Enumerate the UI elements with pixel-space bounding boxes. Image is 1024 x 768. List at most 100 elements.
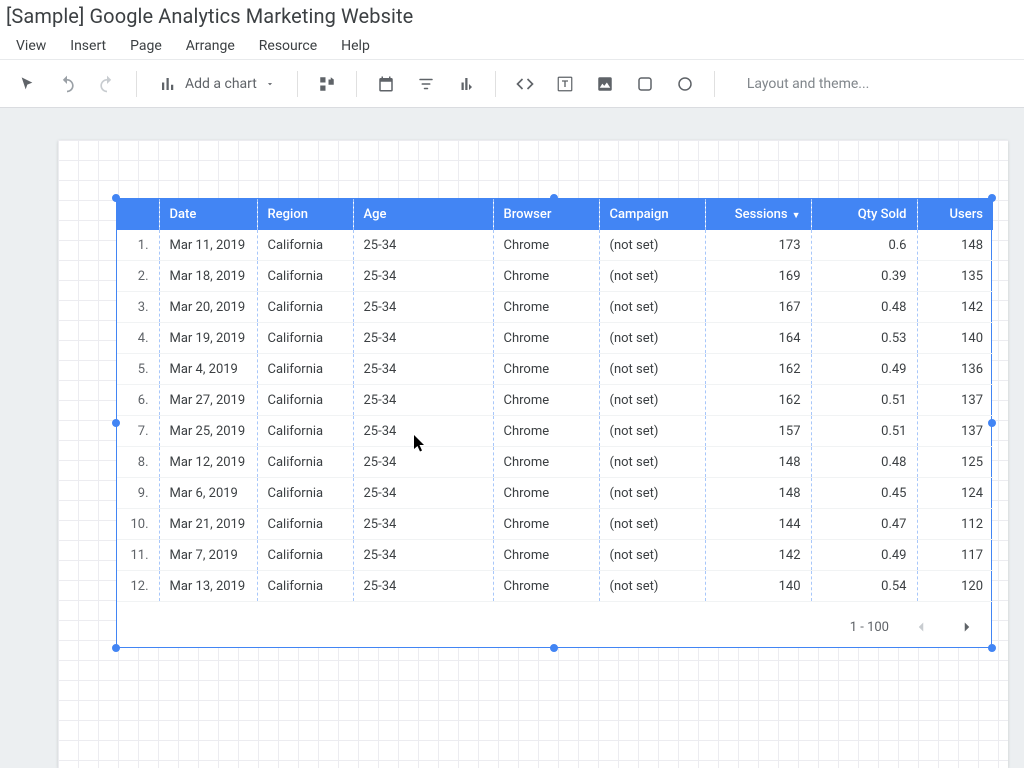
cell-browser: Chrome: [493, 509, 599, 540]
cell-campaign: (not set): [599, 447, 705, 478]
table-row[interactable]: 11.Mar 7, 2019California25-34Chrome(not …: [117, 540, 993, 571]
cell-qty: 0.48: [811, 447, 917, 478]
menu-insert[interactable]: Insert: [60, 34, 116, 58]
cell-qty: 0.54: [811, 571, 917, 602]
cell-sessions: 144: [705, 509, 811, 540]
cell-index: 8.: [117, 447, 159, 478]
resize-handle[interactable]: [550, 644, 558, 652]
cell-browser: Chrome: [493, 230, 599, 261]
cell-users: 137: [917, 416, 993, 447]
cell-age: 25-34: [353, 416, 493, 447]
table-row[interactable]: 8.Mar 12, 2019California25-34Chrome(not …: [117, 447, 993, 478]
canvas[interactable]: Date Region Age Browser Campaign Session…: [0, 108, 1024, 768]
cell-sessions: 173: [705, 230, 811, 261]
cell-browser: Chrome: [493, 323, 599, 354]
date-range-button[interactable]: [369, 67, 403, 101]
resize-handle[interactable]: [112, 419, 120, 427]
cell-browser: Chrome: [493, 416, 599, 447]
cell-index: 10.: [117, 509, 159, 540]
cell-sessions: 167: [705, 292, 811, 323]
resize-handle[interactable]: [112, 644, 120, 652]
table-chart-selected[interactable]: Date Region Age Browser Campaign Session…: [116, 198, 992, 648]
cell-sessions: 164: [705, 323, 811, 354]
cell-index: 3.: [117, 292, 159, 323]
menu-help[interactable]: Help: [331, 34, 380, 58]
table-row[interactable]: 7.Mar 25, 2019California25-34Chrome(not …: [117, 416, 993, 447]
cell-age: 25-34: [353, 385, 493, 416]
cell-users: 137: [917, 385, 993, 416]
undo-button[interactable]: [50, 67, 84, 101]
table-row[interactable]: 10.Mar 21, 2019California25-34Chrome(not…: [117, 509, 993, 540]
cell-sessions: 142: [705, 540, 811, 571]
table-header-row: Date Region Age Browser Campaign Session…: [117, 199, 993, 230]
toolbar-separator: [714, 71, 715, 97]
cell-qty: 0.6: [811, 230, 917, 261]
col-age[interactable]: Age: [353, 199, 493, 230]
table-row[interactable]: 6.Mar 27, 2019California25-34Chrome(not …: [117, 385, 993, 416]
cell-region: California: [257, 571, 353, 602]
resize-handle[interactable]: [988, 419, 996, 427]
redo-button[interactable]: [90, 67, 124, 101]
filter-control-button[interactable]: [409, 67, 443, 101]
table-row[interactable]: 12.Mar 13, 2019California25-34Chrome(not…: [117, 571, 993, 602]
cell-region: California: [257, 354, 353, 385]
data-table: Date Region Age Browser Campaign Session…: [117, 199, 993, 602]
data-control-button[interactable]: [449, 67, 483, 101]
cell-qty: 0.48: [811, 292, 917, 323]
menu-view[interactable]: View: [6, 34, 56, 58]
cell-users: 125: [917, 447, 993, 478]
layout-theme-button[interactable]: Layout and theme...: [747, 76, 870, 92]
table-row[interactable]: 5.Mar 4, 2019California25-34Chrome(not s…: [117, 354, 993, 385]
col-region[interactable]: Region: [257, 199, 353, 230]
table-row[interactable]: 3.Mar 20, 2019California25-34Chrome(not …: [117, 292, 993, 323]
next-page-button[interactable]: [953, 613, 981, 641]
col-date[interactable]: Date: [159, 199, 257, 230]
cell-index: 11.: [117, 540, 159, 571]
add-chart-button[interactable]: Add a chart: [149, 67, 285, 101]
cell-users: 124: [917, 478, 993, 509]
select-tool-button[interactable]: [10, 67, 44, 101]
menu-arrange[interactable]: Arrange: [176, 34, 245, 58]
cell-region: California: [257, 447, 353, 478]
col-qty-sold[interactable]: Qty Sold: [811, 199, 917, 230]
table-row[interactable]: 4.Mar 19, 2019California25-34Chrome(not …: [117, 323, 993, 354]
table-row[interactable]: 1.Mar 11, 2019California25-34Chrome(not …: [117, 230, 993, 261]
document-title[interactable]: [Sample] Google Analytics Marketing Webs…: [0, 0, 1024, 32]
cell-browser: Chrome: [493, 478, 599, 509]
prev-page-button[interactable]: [907, 613, 935, 641]
table-row[interactable]: 2.Mar 18, 2019California25-34Chrome(not …: [117, 261, 993, 292]
dropdown-icon: [265, 79, 275, 89]
text-button[interactable]: [548, 67, 582, 101]
cell-region: California: [257, 323, 353, 354]
embed-button[interactable]: [508, 67, 542, 101]
menu-page[interactable]: Page: [120, 34, 172, 58]
circle-button[interactable]: [668, 67, 702, 101]
col-browser[interactable]: Browser: [493, 199, 599, 230]
cell-date: Mar 20, 2019: [159, 292, 257, 323]
report-page[interactable]: Date Region Age Browser Campaign Session…: [58, 140, 1008, 768]
cell-qty: 0.47: [811, 509, 917, 540]
cell-qty: 0.51: [811, 385, 917, 416]
cell-users: 136: [917, 354, 993, 385]
pagination: 1 - 100: [850, 613, 981, 641]
image-button[interactable]: [588, 67, 622, 101]
cell-index: 6.: [117, 385, 159, 416]
bar-chart-icon: [159, 75, 177, 93]
toolbar-separator: [136, 71, 137, 97]
col-sessions[interactable]: Sessions▼: [705, 199, 811, 230]
col-campaign[interactable]: Campaign: [599, 199, 705, 230]
cell-age: 25-34: [353, 571, 493, 602]
col-users[interactable]: Users: [917, 199, 993, 230]
community-visualizations-button[interactable]: [310, 67, 344, 101]
cell-region: California: [257, 230, 353, 261]
cell-region: California: [257, 292, 353, 323]
cell-age: 25-34: [353, 323, 493, 354]
col-index[interactable]: [117, 199, 159, 230]
menu-resource[interactable]: Resource: [249, 34, 327, 58]
toolbar-separator: [495, 71, 496, 97]
table-row[interactable]: 9.Mar 6, 2019California25-34Chrome(not s…: [117, 478, 993, 509]
rectangle-button[interactable]: [628, 67, 662, 101]
cell-sessions: 148: [705, 447, 811, 478]
cell-campaign: (not set): [599, 571, 705, 602]
resize-handle[interactable]: [988, 644, 996, 652]
